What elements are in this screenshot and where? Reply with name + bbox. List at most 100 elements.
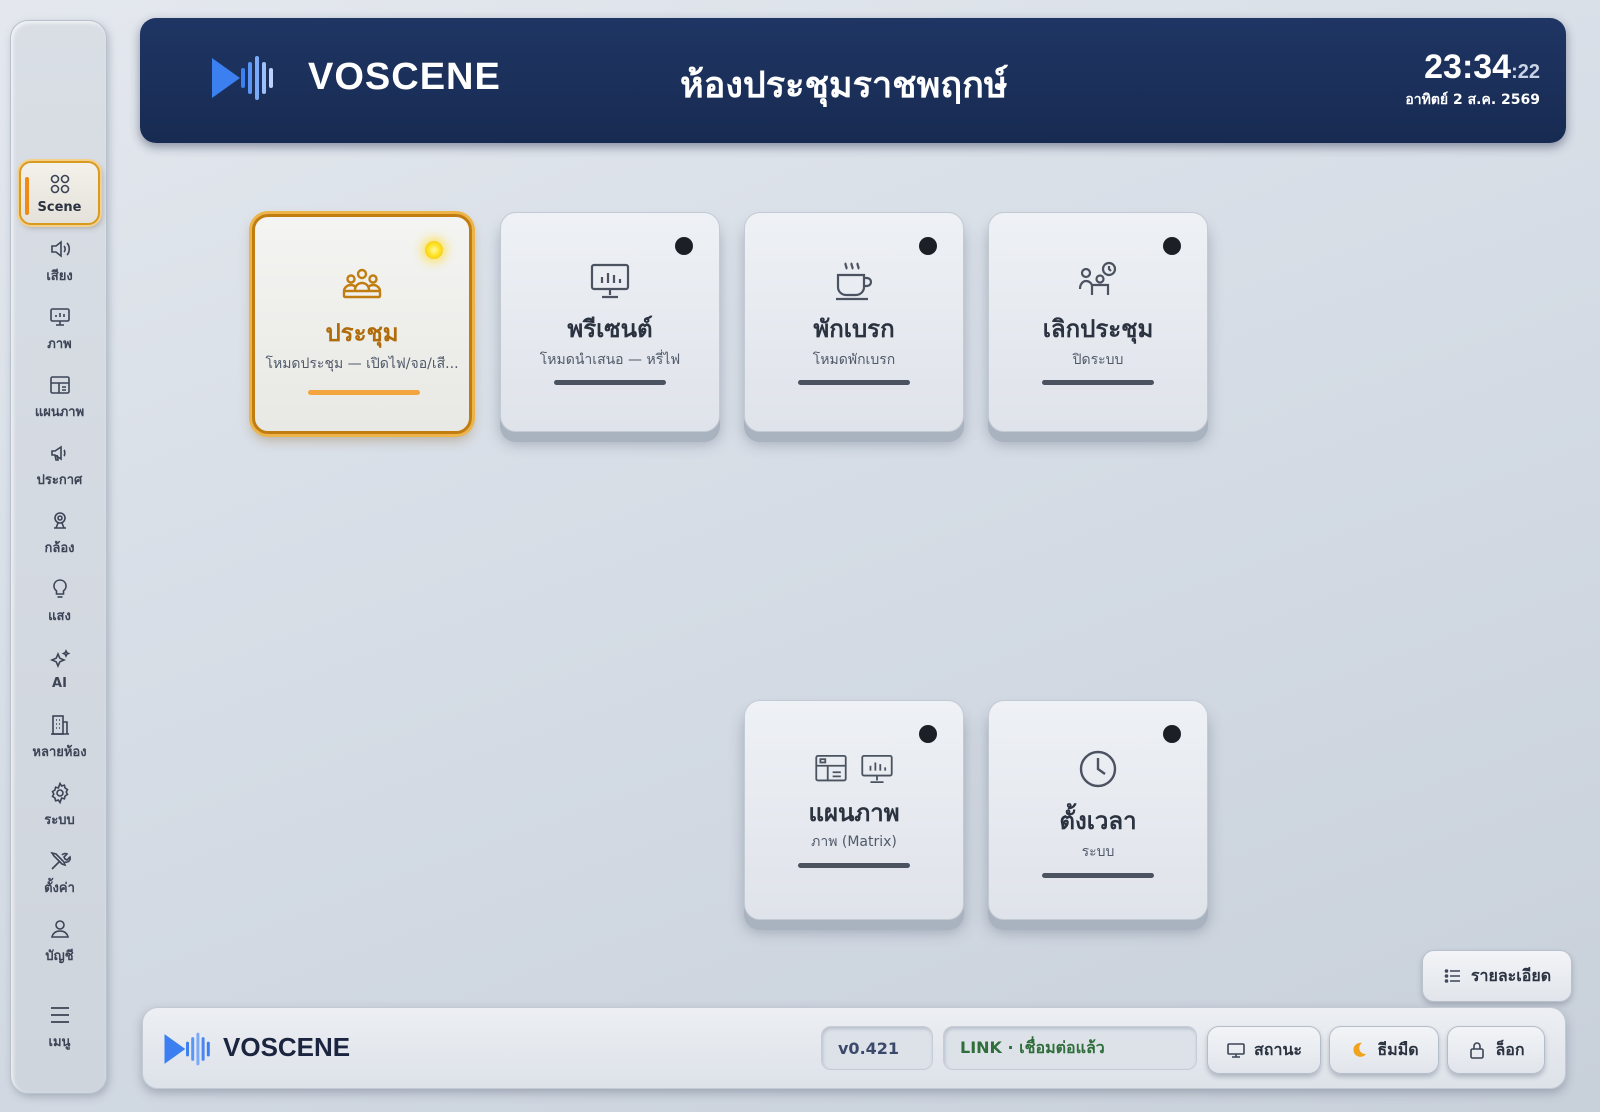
sidebar-item-label: หลายห้อง (32, 744, 87, 760)
lock-button[interactable]: ล็อก (1447, 1026, 1545, 1074)
sidebar-item-label: ระบบ (44, 812, 75, 828)
sidebar-item-ai[interactable]: AI (19, 637, 100, 701)
scene-title: ตั้งเวลา (1059, 807, 1137, 835)
scene-card-end-meeting[interactable]: เลิกประชุม ปิดระบบ (988, 212, 1208, 432)
room-title: ห้องประชุมราชพฤกษ์ (680, 65, 1008, 106)
sidebar-item-label: ภาพ (47, 336, 72, 352)
gear-icon (50, 781, 69, 804)
status-button-label: สถานะ (1254, 1039, 1302, 1059)
scene-subtitle: ปิดระบบ (1072, 352, 1124, 368)
status-led (919, 237, 937, 255)
lock-icon (1470, 1042, 1485, 1059)
meeting-people-icon (342, 268, 382, 299)
scene-card-layout[interactable]: แผนภาพ ภาพ (Matrix) (744, 700, 964, 920)
sidebar-item-system[interactable]: ระบบ (19, 773, 100, 837)
bulb-icon (52, 578, 67, 598)
scene-indicator-bar (1042, 380, 1154, 385)
clock-icon (1079, 750, 1117, 788)
voscene-logo-icon (164, 1032, 210, 1066)
camera-icon (53, 511, 66, 529)
layout-icon (49, 375, 70, 394)
speaker-icon (50, 239, 70, 258)
scene-title: เลิกประชุม (1042, 315, 1154, 343)
sidebar-item-label: แผนภาพ (34, 404, 85, 420)
sidebar-item-sound[interactable]: เสียง (19, 229, 100, 293)
clock-seconds: :22 (1511, 61, 1540, 83)
presentation-icon (590, 263, 630, 299)
sidebar-item-label: กล้อง (44, 540, 75, 556)
sparkle-icon (49, 648, 70, 668)
monitor-icon (1227, 1043, 1245, 1058)
moon-icon (1353, 1042, 1367, 1057)
announce-icon (50, 445, 66, 461)
sidebar-item-label: บัญชี (45, 948, 74, 964)
scene-indicator-bar (1042, 873, 1154, 878)
sidebar-item-layout[interactable]: แผนภาพ (19, 365, 100, 429)
footer-bar: VOSCENE v0.421 LINK · เชื่อมต่อแล้ว สถาน… (142, 1007, 1566, 1089)
scene-subtitle: โหมดพักเบรก (812, 352, 896, 368)
sidebar-item-label: ตั้งค่า (44, 880, 75, 896)
dark-theme-button[interactable]: ธีมมืด (1329, 1026, 1439, 1074)
details-button-label: รายละเอียด (1470, 965, 1552, 985)
sidebar-item-announce[interactable]: ประกาศ (19, 433, 100, 497)
scene-title: พรีเซนต์ (567, 315, 653, 343)
scene-card-meeting[interactable]: ประชุม โหมดประชุม — เปิดไฟ/จอ/เสี... (252, 214, 472, 434)
scene-subtitle: ระบบ (1081, 844, 1115, 860)
lock-button-label: ล็อก (1495, 1039, 1525, 1059)
user-icon (50, 919, 69, 938)
sidebar-item-label: แสง (48, 608, 71, 624)
clock-time: 23:34 (1424, 48, 1512, 86)
voscene-logo-icon (212, 56, 273, 100)
scene-title: พักเบรก (813, 315, 895, 343)
sidebar: Scene เสียง ภาพ แผนภาพ ประกาศ กล้อง แสง … (10, 20, 107, 1094)
scene-indicator-bar (308, 390, 420, 395)
brand-name: VOSCENE (308, 56, 501, 98)
scene-subtitle: โหมดประชุม — เปิดไฟ/จอ/เสี... (265, 356, 459, 372)
sidebar-item-label: เมนู (48, 1034, 71, 1050)
scene-card-present[interactable]: พรีเซนต์ โหมดนำเสนอ — หรี่ไฟ (500, 212, 720, 432)
monitor-icon (861, 755, 893, 783)
coffee-cup-icon (836, 262, 873, 301)
status-button[interactable]: สถานะ (1207, 1026, 1321, 1074)
header-bar: VOSCENE ห้องประชุมราชพฤกษ์ 23:34:22 อาทิ… (140, 18, 1566, 143)
theme-button-label: ธีมมืด (1377, 1039, 1419, 1059)
scene-grid-icon (50, 174, 69, 193)
sidebar-item-light[interactable]: แสง (19, 569, 100, 633)
sidebar-item-label: เสียง (46, 268, 73, 284)
scene-indicator-bar (554, 380, 666, 385)
sidebar-item-camera[interactable]: กล้อง (19, 501, 100, 565)
monitor-icon (49, 307, 70, 326)
scene-title: แผนภาพ (808, 799, 900, 827)
link-status-badge: LINK · เชื่อมต่อแล้ว (943, 1026, 1197, 1070)
status-led (675, 237, 693, 255)
sidebar-item-label: ประกาศ (36, 472, 83, 488)
details-button[interactable]: รายละเอียด (1422, 950, 1572, 1002)
sidebar-item-label: AI (52, 675, 67, 691)
scene-indicator-bar (798, 380, 910, 385)
scene-indicator-bar (798, 863, 910, 868)
sidebar-item-label: Scene (37, 199, 82, 215)
footer-brand-name: VOSCENE (223, 1032, 351, 1062)
people-clock-icon (1078, 261, 1117, 295)
status-led (425, 241, 443, 259)
sidebar-item-menu[interactable]: เมนู (19, 995, 100, 1059)
status-led (1163, 237, 1181, 255)
list-icon (1444, 969, 1460, 983)
status-led (919, 725, 937, 743)
sidebar-item-multiroom[interactable]: หลายห้อง (19, 705, 100, 769)
clock-date: อาทิตย์ 2 ส.ค. 2569 (1405, 92, 1540, 108)
sidebar-item-video[interactable]: ภาพ (19, 297, 100, 361)
layout-icon (815, 755, 847, 782)
building-icon (50, 714, 69, 735)
status-led (1163, 725, 1181, 743)
scene-subtitle: โหมดนำเสนอ — หรี่ไฟ (539, 352, 681, 368)
scene-title: ประชุม (325, 319, 399, 347)
scene-card-break[interactable]: พักเบรก โหมดพักเบรก (744, 212, 964, 432)
tools-icon (49, 851, 71, 870)
sidebar-item-account[interactable]: บัญชี (19, 909, 100, 973)
menu-icon (50, 1006, 69, 1023)
version-badge: v0.421 (821, 1026, 933, 1070)
sidebar-item-scene[interactable]: Scene (19, 161, 100, 225)
sidebar-item-settings[interactable]: ตั้งค่า (19, 841, 100, 905)
scene-card-schedule[interactable]: ตั้งเวลา ระบบ (988, 700, 1208, 920)
